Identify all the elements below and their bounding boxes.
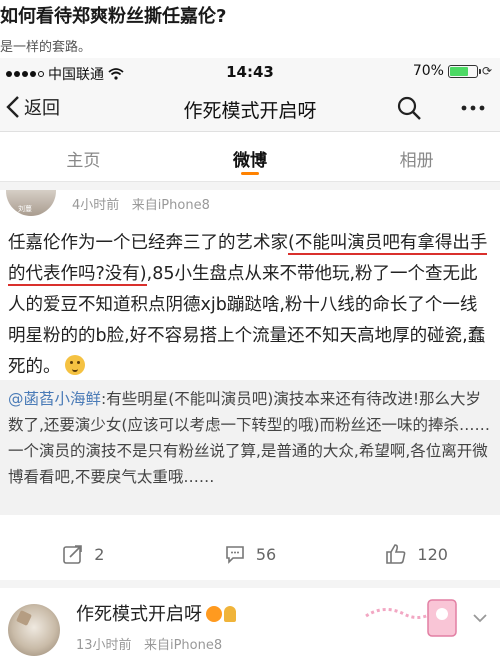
next-post: 作死模式开启呀 13小时前 来自iPhone8 [0,588,500,667]
post-text: 任嘉伦作为一个已经奔三了的艺术家(不能叫演员吧有拿得出手的代表作吗?没有),85… [8,228,494,383]
phone-screenshot: 中国联通 14:43 70% ⟳ 返回 作死模式开启呀 主页 微博 相册 刘蔓 … [0,58,500,667]
comment-count: 56 [255,544,277,564]
repost-icon [63,545,83,564]
comment-button[interactable]: 56 [167,536,334,572]
avatar-label: 刘蔓 [18,205,32,213]
rotation-lock-icon: ⟳ [481,64,492,78]
battery-percent: 70% [412,63,444,79]
next-post-meta: 13小时前 来自iPhone8 [76,634,222,653]
post-meta: 4小时前 来自iPhone8 [72,194,210,213]
smirk-emoji-icon [64,355,85,375]
avatar[interactable] [8,604,60,656]
repost-button[interactable]: 2 [0,536,167,572]
comment-icon [226,546,244,564]
chevron-down-icon[interactable] [472,612,488,624]
repost-text: @菡萏小海鲜:有些明星(不能叫演员吧)演技本来还有待改进!那么大岁数了,还要演少… [8,386,492,490]
like-icon [386,544,406,564]
battery-icon [447,64,481,78]
medal-icon [224,606,236,622]
tab-album[interactable]: 相册 [333,132,500,181]
next-post-source: 来自iPhone8 [143,638,223,653]
repost-box[interactable]: @菡萏小海鲜:有些明星(不能叫演员吧)演技本来还有待改进!那么大岁数了,还要演少… [0,380,500,515]
repost-count: 2 [94,544,105,564]
tab-weibo[interactable]: 微博 [167,132,334,181]
card-decoration-icon [365,599,457,637]
nav-title: 作死模式开启呀 [183,100,317,122]
weibo-post: 刘蔓 4小时前 来自iPhone8 任嘉伦作为一个已经奔三了的艺术家(不能叫演员… [0,190,500,580]
post-time: 4小时前 [72,198,120,213]
profile-tabs: 主页 微博 相册 [0,132,500,182]
vip-badge-icon [206,606,222,622]
repost-user-link[interactable]: @菡萏小海鲜 [8,390,101,408]
article-header: 如何看待郑爽粉丝撕任嘉伦? 是一样的套路。 [0,0,500,58]
like-button[interactable]: 120 [333,536,500,572]
more-icon[interactable] [460,95,486,121]
post-actions: 2 56 120 [0,536,500,572]
next-post-author[interactable]: 作死模式开启呀 [76,600,236,626]
search-icon[interactable] [396,95,422,121]
status-right: 70% ⟳ [413,63,492,79]
article-subtitle: 是一样的套路。 [0,40,92,55]
tab-home[interactable]: 主页 [0,132,167,181]
article-title[interactable]: 如何看待郑爽粉丝撕任嘉伦? [0,2,226,28]
post-source: 来自iPhone8 [131,198,210,213]
post-text-part1: 任嘉伦作为一个已经奔三了的艺术家 [8,233,288,253]
next-post-time: 13小时前 [76,638,132,653]
nav-bar: 返回 作死模式开启呀 [0,86,500,132]
like-count: 120 [417,544,448,564]
avatar[interactable]: 刘蔓 [6,190,56,216]
next-post-name: 作死模式开启呀 [76,604,202,625]
status-bar: 中国联通 14:43 70% ⟳ [0,58,500,86]
